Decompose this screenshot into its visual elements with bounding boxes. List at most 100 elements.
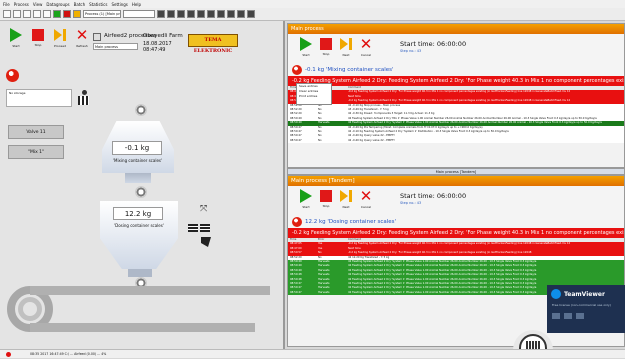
table-cell: Harvests (318, 290, 330, 294)
main-pipe (30, 286, 270, 295)
tandem-stop-button[interactable]: Stop (316, 189, 336, 213)
table-row[interactable]: 08:50:47 No 42 -0.40 Kg Query valve 22 - E… (288, 138, 624, 144)
camera-icon[interactable] (576, 313, 584, 319)
window-icon[interactable] (43, 10, 51, 18)
settings-icon[interactable] (564, 313, 572, 319)
main-stop-button[interactable]: Stop (316, 37, 336, 61)
process-header: Airfeed2 processes Main process Obayedli… (93, 33, 185, 55)
status-text: 08:35 2017 16:47:49 C:\ ... Airfeed (0.0… (30, 352, 107, 356)
panel-title: Main process [Tandem] (288, 176, 624, 186)
next-label: Next (342, 53, 350, 57)
tool-icon-9[interactable] (247, 10, 255, 18)
mixing-caption: 'Mixing container scales' (112, 158, 163, 163)
close-icon: ✕ (359, 187, 373, 205)
main-cancel-button[interactable]: ✕ Cancel (356, 37, 376, 61)
refresh-control[interactable]: ✕ Refresh (72, 28, 92, 52)
stop-icon (32, 29, 44, 41)
cancel-label: Cancel (360, 53, 372, 57)
valve-icon (135, 186, 147, 198)
stop-label: Stop (322, 204, 330, 208)
tool-icon-4[interactable] (197, 10, 205, 18)
tool-icon-1[interactable] (157, 10, 165, 18)
start-control[interactable]: Start (6, 28, 26, 52)
teamviewer-logo-icon (551, 289, 561, 299)
panel-title: Main process (288, 24, 624, 34)
filter-icon[interactable] (177, 10, 185, 18)
tool-icon-3[interactable] (187, 10, 195, 18)
status-light-icon (292, 65, 302, 75)
tool-icon-8[interactable] (237, 10, 245, 18)
error-bar: -0.2 kg Feeding System Airfeed 2 Dry: Fe… (288, 76, 624, 86)
menu-item-view[interactable]: View (33, 2, 43, 7)
chat-icon[interactable] (552, 313, 560, 319)
main-controls: Start Stop Next ✕ Cancel Start time: 06:… (288, 34, 624, 64)
stop-icon[interactable] (63, 10, 71, 18)
motor-icon (188, 224, 198, 232)
motor-icon-2 (200, 224, 210, 232)
teamviewer-popup[interactable]: TeamViewer Free license (non-commercial … (547, 285, 625, 333)
start-label: Start (302, 205, 310, 209)
company-logo: TEMA ELEKTRONIC (188, 34, 238, 54)
main-pipe-lower (30, 323, 255, 332)
tool-icon-5[interactable] (207, 10, 215, 18)
menu-item-help[interactable]: Help (132, 2, 141, 7)
dosing-caption: 'Dosing container scales' (114, 223, 164, 228)
datetime: 18.08.2017 08:47:49 (143, 41, 172, 53)
list-icon (93, 33, 101, 41)
pump-icon (201, 237, 211, 247)
proceed-control[interactable]: Proceed (50, 28, 70, 52)
table-cell: No (318, 138, 322, 142)
menu-item-datagroups[interactable]: Datagroups (46, 2, 69, 7)
save-icon[interactable] (3, 10, 11, 18)
menu-item-statistics[interactable]: Statistics (89, 2, 107, 7)
step-number: Step no.: 43 (400, 49, 422, 53)
skip-icon (339, 189, 353, 203)
play-icon (300, 37, 312, 51)
tool-icon-6[interactable] (217, 10, 225, 18)
expand-icon[interactable]: ⤧ (200, 204, 212, 214)
mixing-outlet (125, 173, 151, 183)
tool-icon-2[interactable] (167, 10, 175, 18)
skip-icon (53, 28, 67, 42)
play-icon[interactable] (53, 10, 61, 18)
start-time: Start time: 06:00:00 (400, 40, 467, 48)
menu-item-settings[interactable]: Settings (111, 2, 127, 7)
storage-box: No storage (6, 89, 72, 107)
process-select[interactable]: Process (1) [Main process] (83, 10, 121, 18)
tandem-start-button[interactable]: Start (296, 189, 316, 213)
stop-control[interactable]: Stop (28, 28, 48, 52)
scale-text: -0.1 kg 'Mixing container scales' (305, 67, 394, 73)
scale-line: -0.1 kg 'Mixing container scales' (288, 64, 624, 76)
menu-item-print[interactable]: Print entries (299, 94, 331, 99)
start-label: Start (302, 53, 310, 57)
table-cell: 08:50:47 (290, 290, 302, 294)
start-time: Start time: 06:00:00 (400, 192, 467, 200)
tool-icon-7[interactable] (227, 10, 235, 18)
tandem-next-button[interactable]: Next (336, 189, 356, 213)
step-number: Step no.: 43 (400, 201, 422, 205)
menu-item-batch[interactable]: Batch (74, 2, 86, 7)
log-table[interactable]: Time Error Comment 08:47:05Yes-0.2 kg Fe… (288, 86, 624, 144)
context-menu: Save entries Clear entries Print entries (296, 83, 332, 105)
main-start-button[interactable]: Start (296, 37, 316, 61)
menu-item-file[interactable]: File (3, 2, 10, 7)
proceed-label: Proceed (53, 44, 66, 48)
status-dot-icon (6, 352, 11, 357)
warning-icon[interactable] (73, 10, 81, 18)
mix-button[interactable]: "Mix 1" (8, 145, 64, 159)
valve-button[interactable]: Valve 11 (8, 125, 64, 139)
menu-item-process[interactable]: Process (14, 2, 29, 7)
process-type-select[interactable]: Main process (93, 43, 138, 50)
grid-icon-2[interactable] (33, 10, 41, 18)
main-next-button[interactable]: Next (336, 37, 356, 61)
toolbar: Process (1) [Main process] (0, 8, 625, 21)
tandem-cancel-button[interactable]: ✕ Cancel (356, 189, 376, 213)
next-label: Next (342, 205, 350, 209)
skip-icon (339, 37, 353, 51)
process-schematic-panel: Start Stop Proceed ✕ Refresh Airfeed2 pr… (0, 21, 285, 349)
print-icon[interactable] (13, 10, 21, 18)
error-bar: -0.2 kg Feeding System Airfeed 2 Dry: Fe… (288, 228, 624, 238)
grid-icon[interactable] (23, 10, 31, 18)
play-icon (10, 28, 22, 42)
secondary-select[interactable] (123, 10, 155, 18)
